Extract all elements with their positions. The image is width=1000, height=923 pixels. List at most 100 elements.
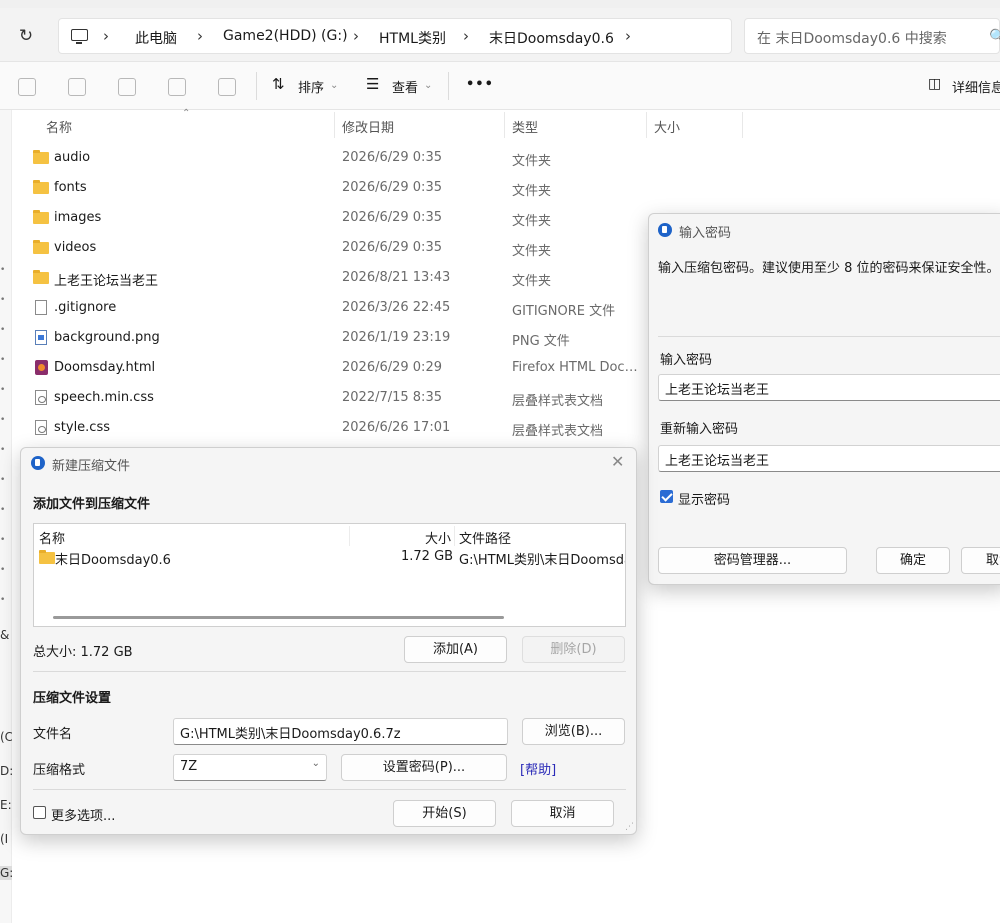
archive-settings-section-title: 压缩文件设置 — [33, 691, 112, 706]
search-box[interactable]: 在 末日Doomsday0.6 中搜索 🔍 — [744, 18, 1000, 54]
file-row[interactable]: audio 2026/6/29 0:35 文件夹 — [24, 143, 644, 173]
column-header-size[interactable]: 大小 — [654, 117, 680, 136]
archive-dialog-titlebar[interactable]: 新建压缩文件 ✕ — [21, 448, 636, 478]
folder-icon — [33, 210, 49, 224]
toolbar-divider — [448, 72, 449, 100]
resize-grip-icon[interactable]: ⋰ — [625, 822, 634, 832]
sort-button[interactable]: 排序 — [298, 77, 324, 96]
file-row[interactable]: .gitignore 2026/3/26 22:45 GITIGNORE 文件 — [24, 293, 644, 323]
file-name: .gitignore — [54, 300, 117, 315]
share-icon[interactable] — [168, 78, 186, 96]
search-input[interactable]: 在 末日Doomsday0.6 中搜索 — [757, 28, 947, 48]
cancel-button[interactable]: 取消 — [961, 547, 1000, 574]
file-date: 2026/6/29 0:35 — [342, 210, 442, 225]
details-button[interactable]: 详细信息 — [952, 77, 1000, 96]
view-button[interactable]: 查看 — [392, 77, 418, 96]
file-name: audio — [54, 150, 91, 165]
nav-item-label[interactable]: & — [0, 628, 12, 642]
column-divider[interactable] — [454, 526, 455, 546]
file-list[interactable]: 名称 大小 文件路径 末日Doomsday0.6 1.72 GB G:\HTML… — [33, 523, 626, 627]
details-pane-icon[interactable]: ◫ — [928, 76, 941, 92]
file-row[interactable]: images 2026/6/29 0:35 文件夹 — [24, 203, 644, 233]
sort-icon[interactable]: ⇅ — [272, 75, 285, 93]
more-options-label[interactable]: 更多选项... — [51, 805, 115, 824]
list-header-name[interactable]: 名称 — [39, 528, 65, 547]
file-row[interactable]: speech.min.css 2022/7/15 8:35 层叠样式表文档 — [24, 383, 644, 413]
breadcrumb-item-current-folder[interactable]: 末日Doomsday0.6 — [489, 28, 614, 48]
folder-icon — [39, 550, 55, 564]
breadcrumb[interactable]: › 此电脑 › Game2(HDD) (G:) › HTML类别 › 末日Doo… — [58, 18, 732, 54]
cancel-button[interactable]: 取消 — [511, 800, 614, 827]
list-item[interactable]: 末日Doomsday0.6 1.72 GB G:\HTML类别\末日Doomsd… — [34, 546, 625, 568]
file-date: 2026/6/29 0:29 — [342, 360, 442, 375]
show-password-checkbox[interactable] — [660, 490, 673, 503]
ok-button[interactable]: 确定 — [876, 547, 950, 574]
window-top-strip — [0, 0, 1000, 8]
dialog-description: 输入压缩包密码。建议使用至少 8 位的密码来保证安全性。 — [658, 261, 1000, 276]
search-icon[interactable]: 🔍 — [989, 29, 1000, 45]
delete-button[interactable]: 删除(D) — [522, 636, 625, 663]
start-button[interactable]: 开始(S) — [393, 800, 496, 827]
more-options-checkbox[interactable] — [33, 806, 46, 819]
nav-item-label[interactable]: D:) — [0, 764, 12, 778]
file-row[interactable]: 上老王论坛当老王 2026/8/21 13:43 文件夹 — [24, 263, 644, 293]
breadcrumb-item-drive[interactable]: Game2(HDD) (G:) — [223, 28, 348, 44]
filename-input[interactable]: G:\HTML类别\末日Doomsday0.6.7z — [173, 718, 508, 745]
nav-item-label[interactable]: G: — [0, 866, 12, 880]
nav-item-label[interactable]: (I — [0, 832, 12, 846]
column-divider[interactable] — [349, 526, 350, 546]
column-header-name[interactable]: 名称 — [46, 117, 72, 136]
rename-icon[interactable] — [118, 78, 136, 96]
file-date: 2026/6/26 17:01 — [342, 420, 451, 435]
file-type: GITIGNORE 文件 — [512, 304, 616, 319]
this-pc-icon — [71, 29, 88, 44]
html-file-icon — [35, 360, 48, 375]
set-password-button[interactable]: 设置密码(P)... — [341, 754, 507, 781]
close-icon[interactable]: ✕ — [611, 452, 624, 471]
column-divider[interactable] — [742, 112, 743, 138]
show-password-label[interactable]: 显示密码 — [678, 489, 730, 508]
add-button[interactable]: 添加(A) — [404, 636, 507, 663]
sort-up-icon: ⌃ — [182, 108, 191, 119]
column-header-date[interactable]: 修改日期 — [342, 117, 394, 136]
view-icon[interactable]: ☰ — [366, 75, 379, 93]
copy-icon[interactable] — [18, 78, 36, 96]
toolbar-divider — [256, 72, 257, 100]
file-type: 文件夹 — [512, 274, 552, 289]
refresh-icon[interactable]: ↻ — [14, 24, 38, 48]
browse-button[interactable]: 浏览(B)... — [522, 718, 625, 745]
column-divider[interactable] — [504, 112, 505, 138]
file-row[interactable]: fonts 2026/6/29 0:35 文件夹 — [24, 173, 644, 203]
pin-icon: • — [0, 265, 6, 275]
delete-icon[interactable] — [218, 78, 236, 96]
password-manager-button[interactable]: 密码管理器... — [658, 547, 847, 574]
column-divider[interactable] — [334, 112, 335, 138]
nav-item-label[interactable]: (C — [0, 730, 12, 744]
breadcrumb-item-this-pc[interactable]: 此电脑 — [135, 28, 177, 48]
column-divider[interactable] — [646, 112, 647, 138]
file-date: 2026/1/19 23:19 — [342, 330, 451, 345]
dialog-title: 输入密码 — [679, 226, 732, 241]
file-name: 上老王论坛当老王 — [54, 274, 159, 289]
file-row[interactable]: style.css 2026/6/26 17:01 层叠样式表文档 — [24, 413, 644, 443]
format-select[interactable]: 7Z ⌄ — [173, 754, 327, 781]
format-value: 7Z — [180, 759, 198, 774]
list-header-path[interactable]: 文件路径 — [459, 528, 511, 547]
password-field[interactable]: 上老王论坛当老王 — [658, 374, 1000, 401]
list-header-size[interactable]: 大小 — [425, 528, 451, 547]
file-row[interactable]: background.png 2026/1/19 23:19 PNG 文件 — [24, 323, 644, 353]
paste-icon[interactable] — [68, 78, 86, 96]
pin-icon: • — [0, 445, 6, 455]
column-header-type[interactable]: 类型 — [512, 117, 538, 136]
file-row[interactable]: videos 2026/6/29 0:35 文件夹 — [24, 233, 644, 263]
password-dialog-titlebar[interactable]: 输入密码 — [649, 214, 1000, 244]
nav-item-label[interactable]: E:) — [0, 798, 12, 812]
file-row[interactable]: Doomsday.html 2026/6/29 0:29 Firefox HTM… — [24, 353, 644, 383]
more-options-button[interactable]: ••• — [466, 77, 494, 92]
reenter-password-field[interactable]: 上老王论坛当老王 — [658, 445, 1000, 472]
file-type: 层叠样式表文档 — [512, 424, 604, 439]
file-name: style.css — [54, 420, 110, 435]
horizontal-scrollbar[interactable] — [53, 616, 504, 619]
breadcrumb-item-html-category[interactable]: HTML类别 — [379, 28, 446, 48]
help-link[interactable]: [帮助] — [520, 759, 556, 778]
